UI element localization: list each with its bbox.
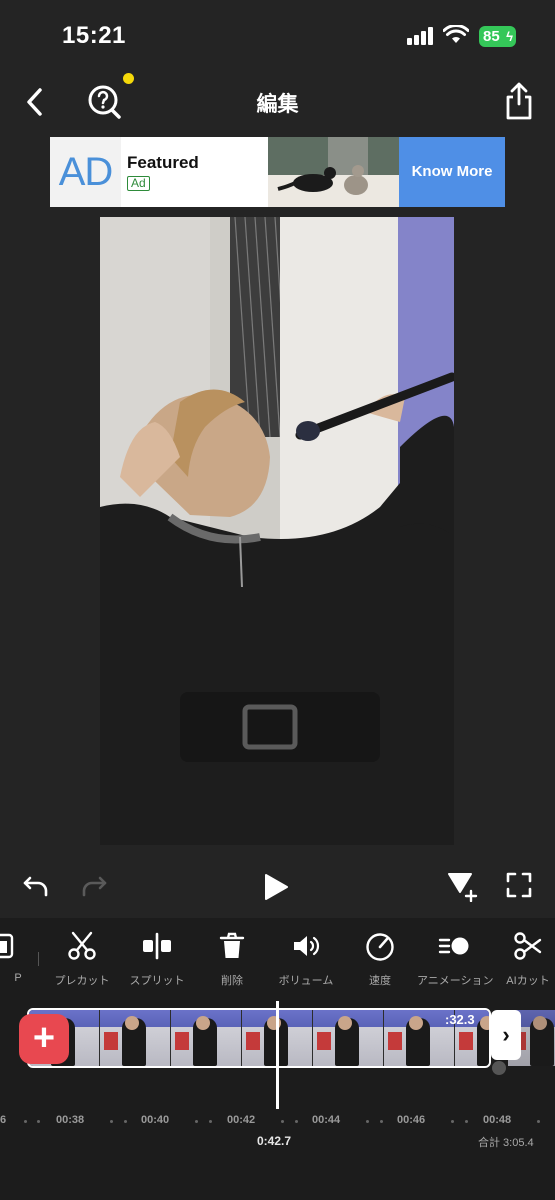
video-clip-strip[interactable] <box>27 1008 491 1068</box>
tool-divider <box>38 952 39 966</box>
add-keyframe-button[interactable] <box>446 870 478 902</box>
ruler-tick <box>537 1120 540 1123</box>
transition-icon[interactable] <box>492 1061 506 1075</box>
tool-split[interactable]: スプリット <box>120 930 194 988</box>
clip-thumbnail <box>171 1010 242 1066</box>
charging-bolt-icon: ϟ <box>506 29 513 44</box>
ruler-tick <box>110 1120 113 1123</box>
status-time: 15:21 <box>62 22 126 49</box>
tool-label: スプリット <box>129 975 185 987</box>
battery-indicator: 85 ϟ <box>479 26 516 47</box>
ruler-tick <box>465 1120 468 1123</box>
ad-title: Featured <box>127 153 199 172</box>
status-bar: 15:21 85 ϟ <box>0 0 555 74</box>
ruler-tick <box>195 1120 198 1123</box>
ruler-label: 00:38 <box>56 1114 85 1126</box>
tool-speed[interactable]: 速度 <box>343 930 417 988</box>
tool-label: ボリューム <box>278 975 334 987</box>
tool-strip: P プレカット スプリット 削除 ボリューム 速度 アニメーション AIカット <box>0 918 555 998</box>
split-icon <box>143 932 171 960</box>
video-preview[interactable] <box>100 217 454 845</box>
trash-icon <box>219 932 245 958</box>
speedometer-icon <box>366 933 394 961</box>
ai-cut-icon <box>514 932 542 960</box>
ruler-label: 00:40 <box>141 1114 170 1126</box>
battery-level: 85 <box>483 28 500 45</box>
tool-label: P <box>14 972 22 984</box>
ruler-tick <box>24 1120 27 1123</box>
top-bar: 編集 <box>0 73 555 130</box>
ruler-tick <box>295 1120 298 1123</box>
scissors-icon <box>68 931 96 960</box>
tool-delete[interactable]: 削除 <box>195 930 269 988</box>
animation-icon <box>438 937 469 955</box>
ad-cats-illustration <box>268 137 399 207</box>
ruler-tick <box>124 1120 127 1123</box>
ruler-label: 00:46 <box>397 1114 426 1126</box>
ad-text: Featured Ad <box>121 137 268 207</box>
tool-label: アニメーション <box>417 975 494 987</box>
tool-pip[interactable]: P <box>0 930 37 984</box>
ruler-tick <box>281 1120 284 1123</box>
clip-thumbnail <box>313 1010 384 1066</box>
undo-button[interactable] <box>22 872 50 900</box>
wifi-icon <box>443 25 469 43</box>
playhead[interactable] <box>276 1001 279 1109</box>
clip-duration: :32.3 <box>445 1012 475 1027</box>
ruler-tick <box>380 1120 383 1123</box>
ad-banner[interactable]: AD Featured Ad Know More <box>50 137 505 207</box>
cellular-signal-icon <box>407 27 434 45</box>
volume-icon <box>294 936 320 956</box>
ruler-label: 00:48 <box>483 1114 512 1126</box>
redo-button[interactable] <box>80 872 108 900</box>
fullscreen-button[interactable] <box>506 872 532 898</box>
ad-image <box>268 137 399 207</box>
add-clip-button[interactable]: + <box>19 1014 69 1064</box>
share-button[interactable] <box>502 80 536 122</box>
tool-label: 速度 <box>369 975 391 987</box>
ruler-tick <box>209 1120 212 1123</box>
ad-know-more-button[interactable]: Know More <box>399 137 505 207</box>
tool-ai-cut[interactable]: AIカット <box>491 930 555 988</box>
ad-badge: Ad <box>127 176 150 191</box>
ruler-tick <box>451 1120 454 1123</box>
tool-label: 削除 <box>221 975 243 987</box>
tool-label: AIカット <box>506 975 550 987</box>
video-frame-image <box>100 217 454 845</box>
total-duration: 合計 3:05.4 <box>478 1137 534 1149</box>
tool-label: プレカット <box>54 975 110 987</box>
ruler-label: 6 <box>0 1114 7 1126</box>
ad-logo: AD <box>50 137 121 207</box>
ruler-tick <box>366 1120 369 1123</box>
ruler-label: 00:42 <box>227 1114 256 1126</box>
ruler-label: 00:44 <box>312 1114 341 1126</box>
ruler-tick <box>37 1120 40 1123</box>
current-time: 0:42.7 <box>257 1134 292 1148</box>
clip-thumbnail <box>100 1010 171 1066</box>
pip-icon <box>0 933 14 959</box>
trim-handle[interactable]: › <box>491 1010 521 1060</box>
tool-animation[interactable]: アニメーション <box>417 930 494 988</box>
play-button[interactable] <box>262 872 290 902</box>
tool-precut[interactable]: プレカット <box>45 930 119 988</box>
tool-volume[interactable]: ボリューム <box>269 930 343 988</box>
notification-dot <box>123 73 134 84</box>
page-title: 編集 <box>256 93 299 116</box>
